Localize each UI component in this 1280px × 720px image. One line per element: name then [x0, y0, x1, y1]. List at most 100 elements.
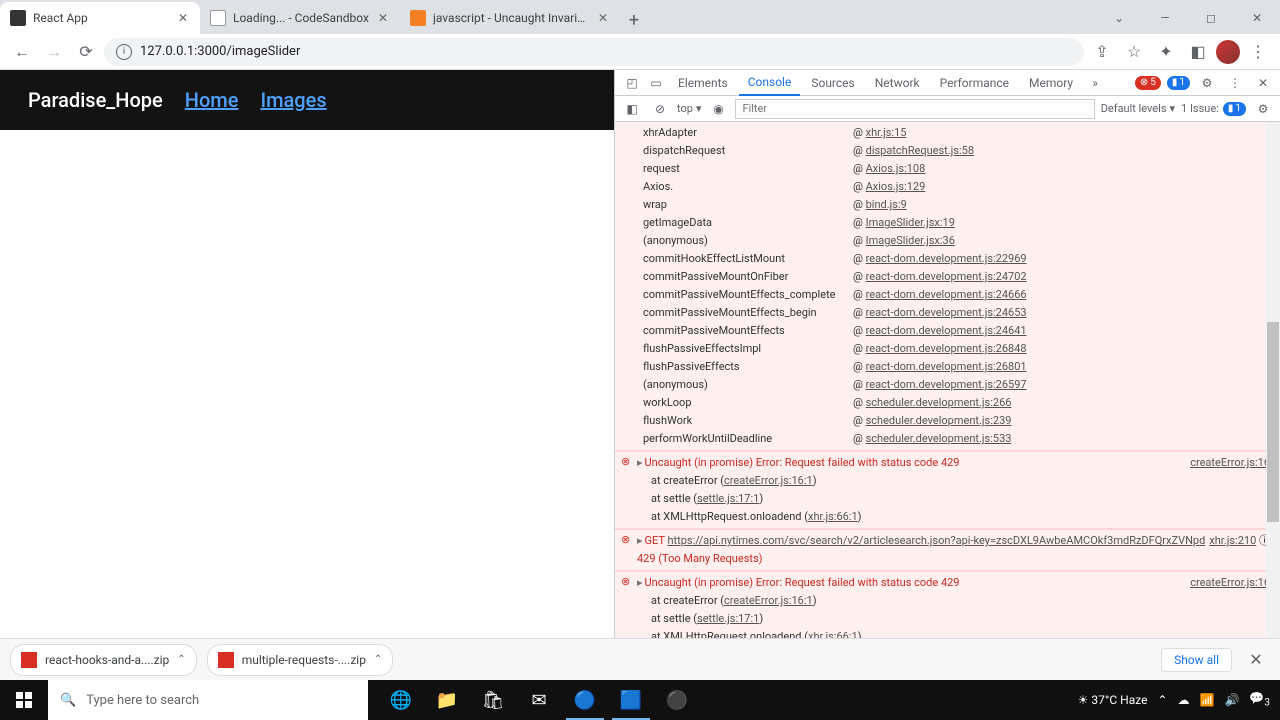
notifications-icon[interactable]: 💬3: [1249, 691, 1270, 708]
tab-console[interactable]: Console: [739, 70, 801, 96]
tab-stackoverflow[interactable]: javascript - Uncaught Invariant V ✕: [400, 2, 620, 34]
network-error[interactable]: xhr.js:210 ⓘ ▸GET https://api.nytimes.co…: [615, 529, 1280, 571]
close-icon[interactable]: ✕: [376, 11, 390, 25]
context-selector[interactable]: top ▾: [677, 102, 701, 115]
console-output[interactable]: xhrAdapter@ xhr.js:15dispatchRequest@ di…: [615, 122, 1280, 638]
stack-frame[interactable]: commitPassiveMountOnFiber@ react-dom.dev…: [615, 268, 1280, 286]
browser-tabstrip: React App ✕ Loading... - CodeSandbox ✕ j…: [0, 0, 1280, 34]
obs-icon[interactable]: ⚫: [654, 680, 700, 720]
close-devtools-icon[interactable]: ✕: [1252, 72, 1274, 94]
close-window-button[interactable]: ✕: [1234, 2, 1280, 34]
tab-codesandbox[interactable]: Loading... - CodeSandbox ✕: [200, 2, 400, 34]
issues-button[interactable]: 1 Issue: ▮ 1: [1181, 102, 1246, 116]
stack-frame[interactable]: xhrAdapter@ xhr.js:15: [615, 124, 1280, 142]
sidebar-toggle-icon[interactable]: ◧: [621, 98, 643, 120]
nav-home-link[interactable]: Home: [185, 88, 239, 112]
info-count-badge[interactable]: ▮ 1: [1167, 76, 1190, 90]
download-item[interactable]: multiple-requests-....zip ⌃: [207, 644, 394, 676]
maximize-button[interactable]: ◻: [1188, 2, 1234, 34]
stack-frame[interactable]: getImageData@ ImageSlider.jsx:19: [615, 214, 1280, 232]
scrollbar-thumb[interactable]: [1267, 322, 1279, 522]
stack-frame[interactable]: commitPassiveMountEffects_begin@ react-d…: [615, 304, 1280, 322]
minimize-button[interactable]: —: [1142, 2, 1188, 34]
scrollbar[interactable]: [1266, 122, 1280, 638]
stack-frame[interactable]: request@ Axios.js:108: [615, 160, 1280, 178]
site-info-icon[interactable]: i: [116, 44, 132, 60]
window-controls: ⌄ — ◻ ✕: [1096, 2, 1280, 34]
stack-frame[interactable]: flushPassiveEffects@ react-dom.developme…: [615, 358, 1280, 376]
inspect-icon[interactable]: ◰: [621, 72, 643, 94]
bookmark-icon[interactable]: ☆: [1120, 38, 1148, 66]
more-tabs-icon[interactable]: »: [1084, 72, 1106, 94]
new-tab-button[interactable]: +: [620, 6, 648, 34]
menu-icon[interactable]: ⋮: [1244, 38, 1272, 66]
edge-icon[interactable]: 🌐: [378, 680, 424, 720]
chevron-up-icon[interactable]: ⌃: [374, 654, 382, 665]
console-settings-icon[interactable]: ⚙: [1252, 98, 1274, 120]
device-toggle-icon[interactable]: ▭: [645, 72, 667, 94]
chevron-up-icon[interactable]: ⌃: [177, 654, 185, 665]
nav-images-link[interactable]: Images: [260, 88, 326, 112]
profile-avatar[interactable]: [1216, 40, 1240, 64]
tab-sources[interactable]: Sources: [802, 70, 863, 96]
live-expression-icon[interactable]: ◉: [707, 98, 729, 120]
explorer-icon[interactable]: 📁: [424, 680, 470, 720]
tab-react-app[interactable]: React App ✕: [0, 2, 200, 34]
error-count-badge[interactable]: ⊗ 5: [1135, 76, 1161, 90]
reload-button[interactable]: ⟳: [72, 38, 100, 66]
volume-icon[interactable]: 🔊: [1224, 693, 1239, 707]
stack-frame[interactable]: commitPassiveMountEffects@ react-dom.dev…: [615, 322, 1280, 340]
close-icon[interactable]: ✕: [596, 11, 610, 25]
stack-frame[interactable]: commitHookEffectListMount@ react-dom.dev…: [615, 250, 1280, 268]
start-button[interactable]: [0, 680, 48, 720]
stack-frame[interactable]: commitPassiveMountEffects_complete@ reac…: [615, 286, 1280, 304]
stack-frame[interactable]: performWorkUntilDeadline@ scheduler.deve…: [615, 430, 1280, 448]
log-levels-selector[interactable]: Default levels ▾: [1101, 102, 1175, 115]
extensions-icon[interactable]: ✦: [1152, 38, 1180, 66]
share-icon[interactable]: ⇪: [1088, 38, 1116, 66]
error-message[interactable]: createError.js:16 ▸Uncaught (in promise)…: [615, 451, 1280, 529]
settings-icon[interactable]: ⚙: [1196, 72, 1218, 94]
tab-search-icon[interactable]: ⌄: [1096, 2, 1142, 34]
stack-frame[interactable]: flushPassiveEffectsImpl@ react-dom.devel…: [615, 340, 1280, 358]
source-link[interactable]: createError.js:16: [1190, 456, 1270, 469]
close-icon[interactable]: ✕: [176, 11, 190, 25]
stackoverflow-favicon: [410, 10, 426, 26]
back-button[interactable]: ←: [8, 38, 36, 66]
onedrive-icon[interactable]: ☁: [1178, 693, 1190, 707]
tab-elements[interactable]: Elements: [669, 70, 737, 96]
tab-memory[interactable]: Memory: [1020, 70, 1082, 96]
store-icon[interactable]: 🛍: [470, 680, 516, 720]
show-all-button[interactable]: Show all: [1161, 648, 1232, 672]
tab-network[interactable]: Network: [866, 70, 929, 96]
filter-input[interactable]: [735, 99, 1094, 119]
error-message[interactable]: createError.js:16 ▸Uncaught (in promise)…: [615, 571, 1280, 638]
tab-performance[interactable]: Performance: [931, 70, 1018, 96]
source-link[interactable]: createError.js:16: [1190, 576, 1270, 589]
sidepanel-icon[interactable]: ◧: [1184, 38, 1212, 66]
download-filename: multiple-requests-....zip: [242, 653, 366, 667]
stack-frame[interactable]: Axios.@ Axios.js:129: [615, 178, 1280, 196]
chrome-icon[interactable]: 🔵: [562, 680, 608, 720]
close-shelf-button[interactable]: ✕: [1242, 650, 1270, 669]
vscode-icon[interactable]: 🟦: [608, 680, 654, 720]
wifi-icon[interactable]: 📶: [1200, 693, 1215, 707]
stack-frame[interactable]: dispatchRequest@ dispatchRequest.js:58: [615, 142, 1280, 160]
taskbar-search[interactable]: 🔍 Type here to search: [48, 680, 368, 720]
download-item[interactable]: react-hooks-and-a....zip ⌃: [10, 644, 197, 676]
source-link[interactable]: xhr.js:210: [1209, 534, 1256, 547]
stack-frame[interactable]: workLoop@ scheduler.development.js:266: [615, 394, 1280, 412]
kebab-icon[interactable]: ⋮: [1224, 72, 1246, 94]
stack-frame[interactable]: (anonymous)@ react-dom.development.js:26…: [615, 376, 1280, 394]
stack-frame[interactable]: wrap@ bind.js:9: [615, 196, 1280, 214]
url-link[interactable]: https://api.nytimes.com/svc/search/v2/ar…: [667, 534, 1205, 547]
tray-chevron-icon[interactable]: ⌃: [1157, 693, 1167, 707]
forward-button[interactable]: →: [40, 38, 68, 66]
address-bar[interactable]: i 127.0.0.1:3000/imageSlider: [104, 38, 1084, 66]
stack-frame[interactable]: (anonymous)@ ImageSlider.jsx:36: [615, 232, 1280, 250]
devtools-tabstrip: ◰ ▭ Elements Console Sources Network Per…: [615, 70, 1280, 96]
clear-console-icon[interactable]: ⊘: [649, 98, 671, 120]
mail-icon[interactable]: ✉: [516, 680, 562, 720]
stack-frame[interactable]: flushWork@ scheduler.development.js:239: [615, 412, 1280, 430]
weather-widget[interactable]: ☀ 37°C Haze: [1078, 693, 1148, 707]
